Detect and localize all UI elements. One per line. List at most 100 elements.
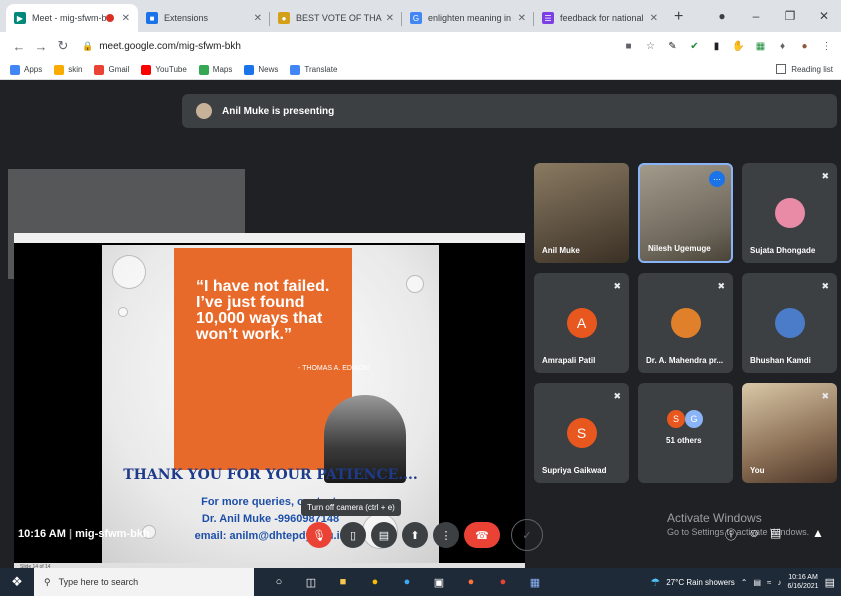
participant-tile[interactable]: Anil Muke: [534, 163, 629, 263]
people-icon[interactable]: ☺: [748, 526, 760, 540]
clock-date: 6/16/2021: [787, 583, 819, 590]
close-window-button[interactable]: ✕: [807, 9, 841, 23]
taskbar-clock[interactable]: 10:16 AM 6/16/2021: [787, 573, 818, 591]
participant-tile[interactable]: ✖ Dr. A. Mahendra pr...: [638, 273, 733, 373]
participant-name: Dr. A. Mahendra pr...: [646, 356, 724, 365]
apps-grid-icon: [10, 64, 20, 75]
participant-tile[interactable]: ⋯ Nilesh Ugemuge: [638, 163, 733, 263]
check-extension-icon[interactable]: ✔: [688, 40, 701, 53]
reading-list-button[interactable]: Reading list: [776, 64, 833, 74]
info-icon[interactable]: ⓘ: [725, 526, 737, 543]
close-tab-icon[interactable]: ✕: [254, 13, 262, 24]
check-icon: ✓: [522, 529, 532, 542]
gmail-icon: [94, 64, 105, 75]
volume-icon[interactable]: ♪: [777, 578, 781, 587]
tab-title: BEST VOTE OF THANKS SPEE: [296, 13, 382, 23]
camera-indicator-icon[interactable]: ■: [622, 40, 635, 53]
extensions-puzzle-icon[interactable]: ♦: [776, 40, 789, 53]
profile-status-icon[interactable]: ●: [705, 9, 739, 23]
tab-strip: ▶ Meet - mig-sfwm-bkh ✕ ■ Extensions ✕ ●…: [0, 0, 841, 32]
menu-kebab-icon[interactable]: ⋮: [820, 40, 833, 53]
water-drop: [112, 255, 146, 289]
leave-call-button[interactable]: ☎: [464, 522, 500, 548]
more-options-button[interactable]: ⋮: [433, 522, 459, 548]
participant-tile[interactable]: ✖ Bhushan Kamdi: [742, 273, 837, 373]
mic-toggle-button[interactable]: 🎙: [306, 522, 332, 548]
profile-avatar[interactable]: ●: [798, 40, 811, 53]
minimize-button[interactable]: –: [739, 9, 773, 23]
notifications-icon[interactable]: ▤: [825, 576, 835, 589]
close-tab-icon[interactable]: ✕: [386, 13, 394, 24]
close-tab-icon[interactable]: ✕: [122, 13, 130, 24]
maximize-button[interactable]: ❐: [773, 9, 807, 23]
bookmark-apps[interactable]: Apps: [10, 64, 42, 75]
thank-you-heading: THANK YOU FOR YOUR PATIENCE....: [123, 467, 418, 483]
puzzle-icon: ■: [146, 12, 158, 24]
forward-button[interactable]: →: [30, 39, 52, 54]
bookmark-translate[interactable]: Translate: [290, 64, 337, 75]
pen-extension-icon[interactable]: ✎: [666, 40, 679, 53]
phone-hangup-icon: ☎: [475, 529, 489, 542]
bookmark-youtube[interactable]: YouTube: [141, 64, 187, 75]
edge-icon[interactable]: ●: [394, 573, 420, 591]
check-button[interactable]: ✓: [511, 519, 543, 551]
dark-extension-icon[interactable]: ▮: [710, 40, 723, 53]
chat-icon[interactable]: ▤: [770, 526, 781, 540]
clock-time: 10:16 AM: [788, 574, 818, 581]
captions-button[interactable]: ▤: [371, 522, 397, 548]
activities-icon[interactable]: ▲: [812, 526, 824, 540]
presentation-stage: “I have not failed. I’ve just found 10,0…: [14, 233, 525, 571]
reload-button[interactable]: ↻: [52, 38, 74, 54]
more-options-icon[interactable]: ⋯: [709, 171, 725, 187]
maps-pin-icon: [198, 64, 209, 75]
close-tab-icon[interactable]: ✕: [518, 13, 526, 24]
bookmark-news[interactable]: News: [244, 64, 278, 75]
network-icon[interactable]: ▤: [753, 578, 761, 587]
grid-extension-icon[interactable]: ▦: [754, 40, 767, 53]
firefox-icon[interactable]: ●: [458, 573, 484, 591]
bookmark-gmail[interactable]: Gmail: [94, 64, 129, 75]
tab-vote-of-thanks[interactable]: ● BEST VOTE OF THANKS SPEE ✕: [270, 4, 402, 32]
bookmark-star-icon[interactable]: ☆: [644, 40, 657, 53]
self-tile[interactable]: ✖ You: [742, 383, 837, 483]
bookmark-maps[interactable]: Maps: [198, 64, 232, 75]
task-view-icon[interactable]: ◫: [298, 573, 324, 591]
app-icon[interactable]: ▦: [522, 573, 548, 591]
tray-chevron-icon[interactable]: ⌃: [741, 578, 748, 587]
mic-off-icon: 🎙: [312, 529, 326, 542]
tab-meet[interactable]: ▶ Meet - mig-sfwm-bkh ✕: [6, 4, 138, 32]
present-button[interactable]: ⬆: [402, 522, 428, 548]
tab-feedback[interactable]: ☰ feedback for national level le ✕: [534, 4, 666, 32]
recording-indicator-icon: [105, 14, 114, 22]
participant-tile[interactable]: ✖ S Supriya Gaikwad: [534, 383, 629, 483]
bookmarks-bar: Apps skin Gmail YouTube Maps News Transl…: [0, 60, 841, 80]
new-tab-button[interactable]: +: [674, 8, 683, 26]
weather-icon[interactable]: ☂: [650, 576, 660, 589]
avatar: [774, 198, 805, 228]
chrome-icon[interactable]: ●: [362, 573, 388, 591]
hand-extension-icon[interactable]: ✋: [732, 40, 745, 53]
address-bar[interactable]: 🔒 meet.google.com/mig-sfwm-bkh: [82, 35, 612, 57]
close-tab-icon[interactable]: ✕: [650, 13, 658, 24]
store-icon[interactable]: ▣: [426, 573, 452, 591]
others-tile[interactable]: S G 51 others: [638, 383, 733, 483]
weather-text[interactable]: 27°C Rain showers: [666, 578, 735, 587]
taskbar-search[interactable]: ⚲ Type here to search: [34, 568, 254, 596]
camera-icon: ▯: [349, 529, 357, 542]
avatar: S: [566, 418, 597, 448]
news-icon: [244, 64, 255, 75]
folder-icon: [54, 64, 65, 75]
participant-tile[interactable]: ✖ Sujata Dhongade: [742, 163, 837, 263]
back-button[interactable]: ←: [8, 39, 30, 54]
chrome-profile-icon[interactable]: ●: [490, 573, 516, 591]
wifi-icon[interactable]: ≈: [767, 578, 771, 587]
file-explorer-icon[interactable]: ■: [330, 573, 356, 591]
mic-off-icon: ✖: [717, 281, 725, 291]
tab-enlighten[interactable]: G enlighten meaning in englis ✕: [402, 4, 534, 32]
camera-toggle-button[interactable]: ▯: [340, 522, 366, 548]
bookmark-skin[interactable]: skin: [54, 64, 82, 75]
windows-start-icon[interactable]: ❖: [0, 574, 34, 590]
participant-tile[interactable]: ✖ A Amrapali Patil: [534, 273, 629, 373]
tab-extensions[interactable]: ■ Extensions ✕: [138, 4, 270, 32]
cortana-icon[interactable]: ○: [266, 573, 292, 591]
